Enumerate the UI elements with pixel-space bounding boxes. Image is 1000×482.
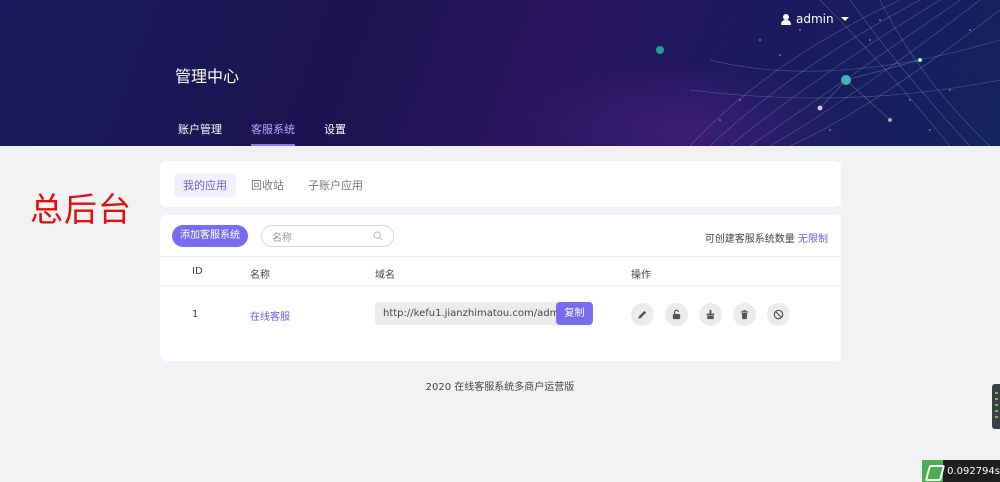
- app-tabs: 我的应用 回收站 子账户应用: [174, 173, 372, 197]
- column-header-domain: 域名: [375, 270, 395, 281]
- quota-value[interactable]: 无限制: [798, 234, 828, 245]
- side-widget[interactable]: [992, 384, 1000, 429]
- apps-table-card: 添加客服系统 可创建客服系统数量 无限制 ID 名称 域名 操作 1 在线客服 …: [160, 215, 841, 361]
- user-menu[interactable]: admin: [781, 12, 849, 26]
- edit-icon: [638, 310, 647, 319]
- user-icon: [781, 13, 791, 25]
- unlock-icon: [672, 309, 681, 320]
- table-row: 1 在线客服 复制: [160, 286, 841, 342]
- delete-button[interactable]: [733, 303, 756, 326]
- nav-settings[interactable]: 设置: [324, 121, 346, 146]
- tabs-card: 我的应用 回收站 子账户应用: [160, 161, 841, 207]
- tab-recycle-bin[interactable]: 回收站: [242, 173, 293, 197]
- system-quota: 可创建客服系统数量 无限制: [705, 230, 828, 245]
- search-input[interactable]: [272, 228, 372, 249]
- row-name-link[interactable]: 在线客服: [250, 308, 290, 323]
- trash-icon: [740, 310, 749, 320]
- brush-icon: [706, 309, 715, 320]
- nav-customer-service[interactable]: 客服系统: [251, 121, 295, 146]
- tab-sub-account-apps[interactable]: 子账户应用: [299, 173, 372, 197]
- row-actions: [631, 303, 790, 326]
- search-icon[interactable]: [373, 231, 383, 241]
- quota-label: 可创建客服系统数量: [704, 234, 795, 245]
- table-header: ID 名称 域名 操作: [160, 256, 841, 286]
- copy-button[interactable]: 复制: [556, 302, 593, 325]
- column-header-actions: 操作: [631, 270, 651, 281]
- main-nav: 账户管理 客服系统 设置: [178, 121, 375, 146]
- nav-account-management[interactable]: 账户管理: [178, 121, 222, 146]
- domain-input[interactable]: [375, 302, 558, 325]
- clean-button[interactable]: [699, 303, 722, 326]
- add-system-button[interactable]: 添加客服系统: [172, 225, 248, 247]
- app-title: 管理中心: [175, 67, 240, 86]
- search-box: [261, 225, 394, 249]
- tab-my-apps[interactable]: 我的应用: [174, 173, 236, 197]
- annotation-label: 总后台: [30, 190, 132, 229]
- column-header-name: 名称: [250, 270, 270, 281]
- header-banner: admin 管理中心 账户管理 客服系统 设置: [0, 0, 1000, 146]
- page-footer: 2020 在线客服系统多商户运营版: [425, 382, 575, 393]
- domain-field: 复制: [375, 302, 593, 325]
- ban-icon: [773, 309, 784, 320]
- user-name: admin: [796, 12, 834, 26]
- chevron-down-icon: [840, 17, 849, 21]
- edit-button[interactable]: [631, 303, 654, 326]
- debug-logo-icon: [922, 460, 944, 482]
- row-id: 1: [192, 309, 199, 320]
- debug-timer[interactable]: 0.092794s: [922, 460, 1000, 482]
- unlock-button[interactable]: [665, 303, 688, 326]
- debug-timer-value: 0.092794s: [947, 465, 1000, 477]
- column-header-id: ID: [192, 266, 203, 277]
- disable-button[interactable]: [767, 303, 790, 326]
